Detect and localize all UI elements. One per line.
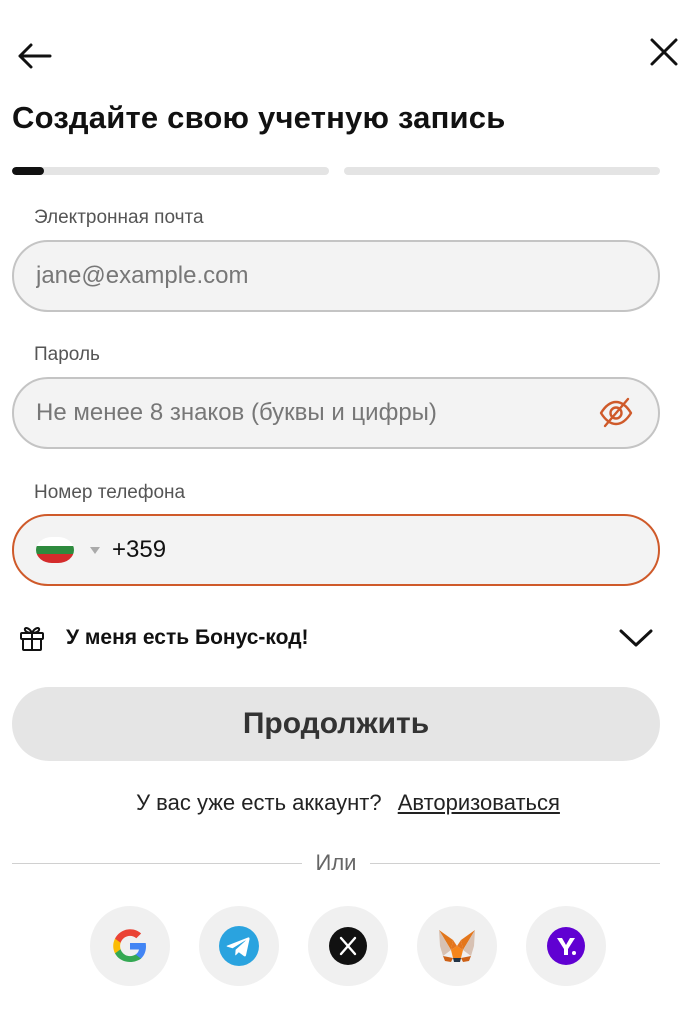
close-icon (650, 38, 678, 66)
google-login-button[interactable] (90, 906, 170, 986)
progress-step-1 (12, 167, 329, 175)
country-selector[interactable] (36, 537, 112, 563)
yahoo-login-button[interactable] (526, 906, 606, 986)
telegram-login-button[interactable] (199, 906, 279, 986)
social-login-row (0, 906, 696, 986)
yahoo-icon (547, 927, 585, 965)
metamask-icon (439, 930, 475, 962)
google-icon (113, 929, 146, 962)
email-field[interactable] (36, 262, 636, 290)
password-field-container (12, 377, 660, 449)
divider-line (12, 862, 302, 864)
top-bar (0, 30, 696, 78)
continue-button[interactable]: Продолжить (12, 687, 660, 761)
or-divider: Или (12, 848, 661, 878)
caret-down-icon (90, 546, 100, 554)
email-field-container (12, 240, 660, 312)
telegram-icon (219, 926, 259, 966)
bonus-code-label: У меня есть Бонус-код! (66, 626, 309, 649)
progress-bar (12, 167, 660, 175)
back-button[interactable] (14, 36, 54, 76)
password-label: Пароль (34, 344, 100, 365)
country-code: +359 (112, 536, 167, 563)
email-label: Электронная почта (34, 207, 204, 228)
password-field[interactable] (36, 399, 596, 427)
close-button[interactable] (644, 32, 684, 72)
arrow-left-icon (18, 43, 52, 69)
divider-line (370, 862, 661, 864)
login-link[interactable]: Авторизоваться (398, 790, 560, 815)
bulgaria-flag-icon (36, 537, 74, 563)
gift-icon (20, 627, 44, 651)
login-prompt: У вас уже есть аккаунт? (136, 790, 382, 815)
phone-field[interactable] (170, 536, 636, 564)
phone-field-container: +359 (12, 514, 660, 586)
eye-off-icon (599, 397, 633, 428)
password-visibility-toggle[interactable] (596, 393, 636, 433)
metamask-login-button[interactable] (417, 906, 497, 986)
divider-label: Или (315, 850, 357, 875)
x-icon (329, 927, 367, 965)
phone-label: Номер телефона (34, 482, 186, 503)
progress-step-2 (343, 167, 660, 175)
chevron-down-icon (619, 629, 653, 647)
login-prompt-row: У вас уже есть аккаунт? Авторизоваться (0, 790, 696, 816)
page-title: Создайте свою учетную запись (12, 100, 506, 135)
bonus-code-toggle[interactable]: У меня есть Бонус-код! (18, 616, 660, 660)
x-login-button[interactable] (308, 906, 388, 986)
